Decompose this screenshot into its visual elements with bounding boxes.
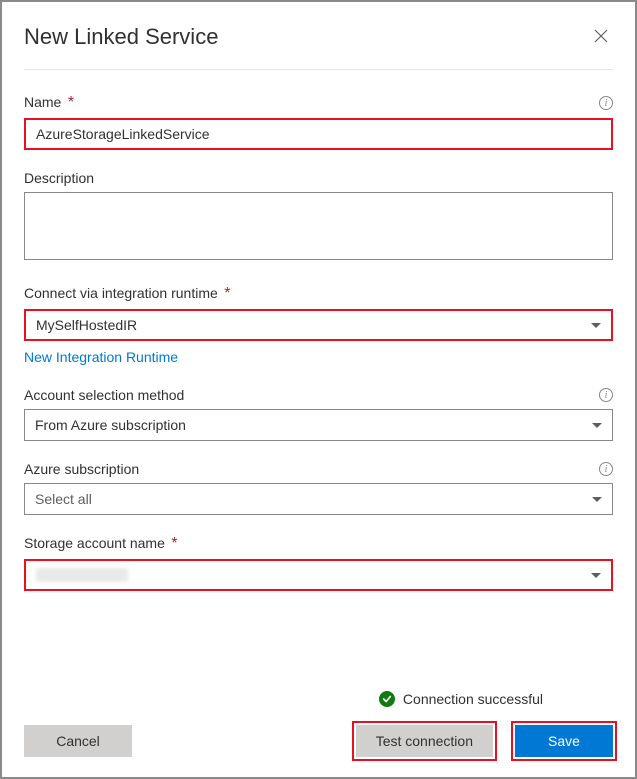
status-text: Connection successful bbox=[403, 691, 543, 707]
name-label: Name bbox=[24, 94, 61, 110]
info-icon[interactable]: i bbox=[599, 388, 613, 402]
save-button[interactable]: Save bbox=[515, 725, 613, 757]
storage-account-field: Storage account name * bbox=[24, 535, 613, 591]
runtime-value: MySelfHostedIR bbox=[36, 317, 137, 333]
chevron-down-icon bbox=[592, 497, 602, 502]
storage-account-label: Storage account name bbox=[24, 535, 165, 551]
info-icon[interactable]: i bbox=[599, 96, 613, 110]
storage-account-value-redacted bbox=[36, 568, 128, 582]
button-row: Cancel Test connection Save bbox=[24, 725, 613, 757]
panel-header: New Linked Service bbox=[24, 24, 613, 70]
form-body: Name * i Description Connect via integra… bbox=[24, 70, 613, 691]
chevron-down-icon bbox=[592, 423, 602, 428]
cancel-button[interactable]: Cancel bbox=[24, 725, 132, 757]
new-runtime-link[interactable]: New Integration Runtime bbox=[24, 349, 178, 365]
connection-status: Connection successful bbox=[24, 691, 613, 707]
runtime-field: Connect via integration runtime * MySelf… bbox=[24, 285, 613, 367]
runtime-label: Connect via integration runtime bbox=[24, 285, 218, 301]
close-icon bbox=[593, 28, 609, 44]
subscription-label: Azure subscription bbox=[24, 461, 139, 477]
panel-footer: Connection successful Cancel Test connec… bbox=[24, 691, 613, 777]
required-marker: * bbox=[171, 535, 177, 552]
close-button[interactable] bbox=[589, 24, 613, 51]
chevron-down-icon bbox=[591, 323, 601, 328]
test-connection-button[interactable]: Test connection bbox=[356, 725, 493, 757]
account-method-select[interactable]: From Azure subscription bbox=[24, 409, 613, 441]
linked-service-panel: New Linked Service Name * i Description bbox=[2, 2, 635, 777]
success-icon bbox=[379, 691, 395, 707]
account-method-field: Account selection method i From Azure su… bbox=[24, 387, 613, 441]
required-marker: * bbox=[224, 285, 230, 302]
storage-account-select[interactable] bbox=[24, 559, 613, 591]
name-input[interactable] bbox=[24, 118, 613, 150]
account-method-value: From Azure subscription bbox=[35, 417, 186, 433]
subscription-field: Azure subscription i Select all bbox=[24, 461, 613, 515]
description-label: Description bbox=[24, 170, 94, 186]
subscription-select[interactable]: Select all bbox=[24, 483, 613, 515]
subscription-value: Select all bbox=[35, 491, 92, 507]
description-input[interactable] bbox=[24, 192, 613, 260]
account-method-label: Account selection method bbox=[24, 387, 184, 403]
required-marker: * bbox=[68, 94, 74, 111]
description-field: Description bbox=[24, 170, 613, 265]
chevron-down-icon bbox=[591, 573, 601, 578]
name-field: Name * i bbox=[24, 94, 613, 150]
info-icon[interactable]: i bbox=[599, 462, 613, 476]
panel-title: New Linked Service bbox=[24, 24, 218, 50]
runtime-select[interactable]: MySelfHostedIR bbox=[24, 309, 613, 341]
